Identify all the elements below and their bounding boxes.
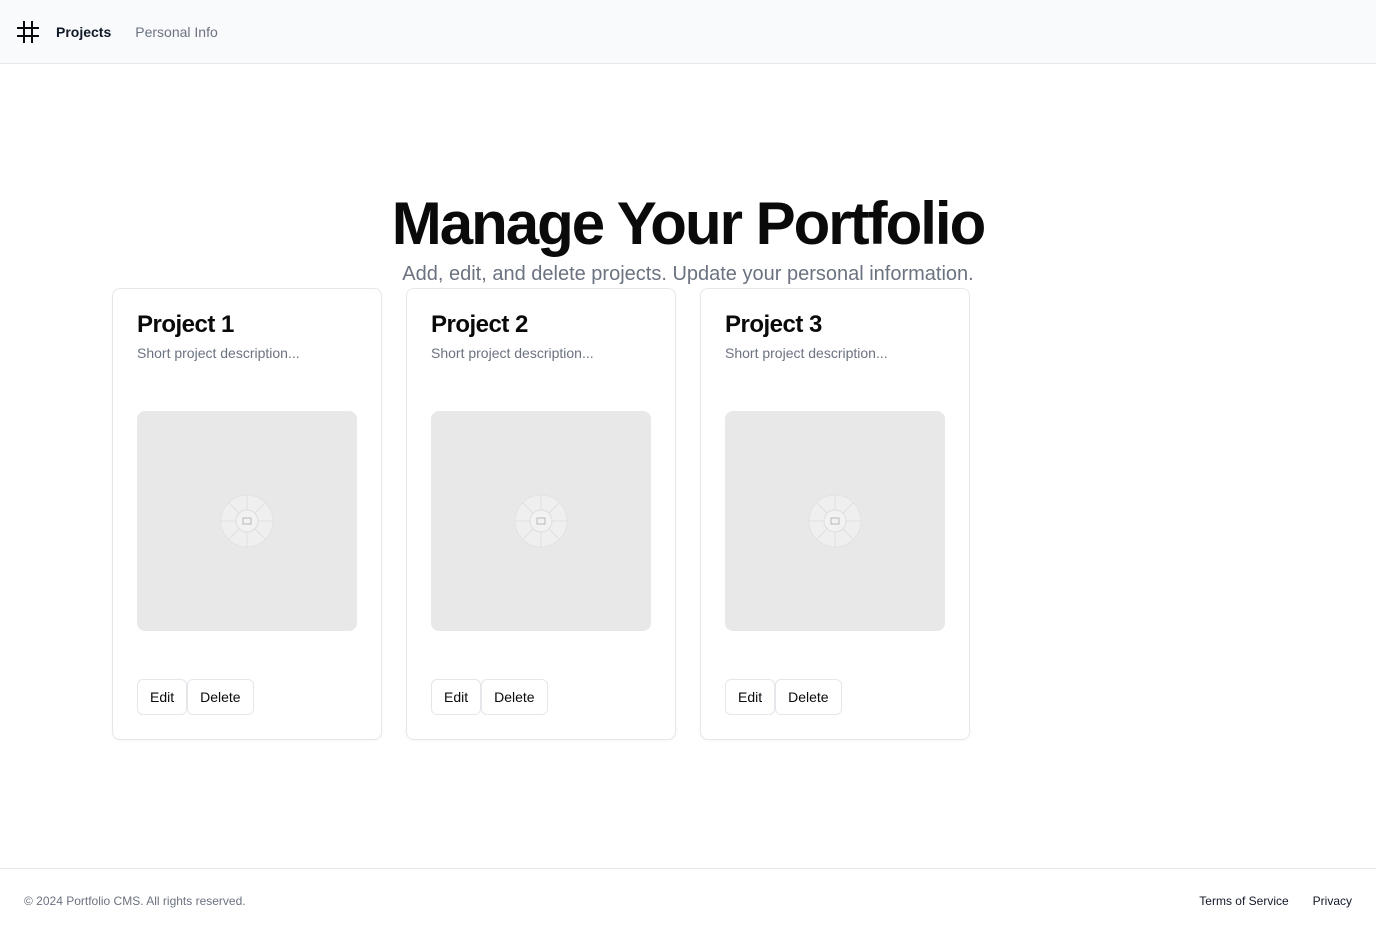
footer-links: Terms of Service Privacy [1175, 894, 1352, 908]
page-title: Manage Your Portfolio [391, 190, 986, 257]
delete-button[interactable]: Delete [481, 679, 548, 715]
terms-of-service-link[interactable]: Terms of Service [1199, 894, 1288, 908]
page-footer: © 2024 Portfolio CMS. All rights reserve… [0, 868, 1376, 933]
project-card: Project 3 Short project description... E… [700, 288, 970, 740]
project-description: Short project description... [431, 345, 594, 361]
copyright-text: © 2024 Portfolio CMS. All rights reserve… [24, 894, 246, 908]
project-image-placeholder [725, 411, 945, 631]
image-placeholder-icon [220, 494, 274, 548]
delete-button[interactable]: Delete [775, 679, 842, 715]
project-card: Project 1 Short project description... E… [112, 288, 382, 740]
image-placeholder-icon [808, 494, 862, 548]
project-title: Project 1 [137, 311, 234, 338]
nav-personal-info[interactable]: Personal Info [135, 24, 218, 40]
project-image-placeholder [137, 411, 357, 631]
image-placeholder-icon [514, 494, 568, 548]
nav-projects[interactable]: Projects [56, 24, 111, 40]
privacy-link[interactable]: Privacy [1313, 894, 1352, 908]
project-title: Project 3 [725, 311, 822, 338]
project-description: Short project description... [137, 345, 300, 361]
page-subtitle: Add, edit, and delete projects. Update y… [402, 263, 974, 285]
project-description: Short project description... [725, 345, 888, 361]
project-title: Project 2 [431, 311, 528, 338]
edit-button[interactable]: Edit [137, 679, 188, 715]
project-image-placeholder [431, 411, 651, 631]
edit-button[interactable]: Edit [431, 679, 482, 715]
edit-button[interactable]: Edit [725, 679, 776, 715]
hash-icon[interactable] [16, 20, 40, 44]
project-card: Project 2 Short project description... E… [406, 288, 676, 740]
top-navbar: Projects Personal Info [0, 0, 1376, 64]
delete-button[interactable]: Delete [187, 679, 254, 715]
